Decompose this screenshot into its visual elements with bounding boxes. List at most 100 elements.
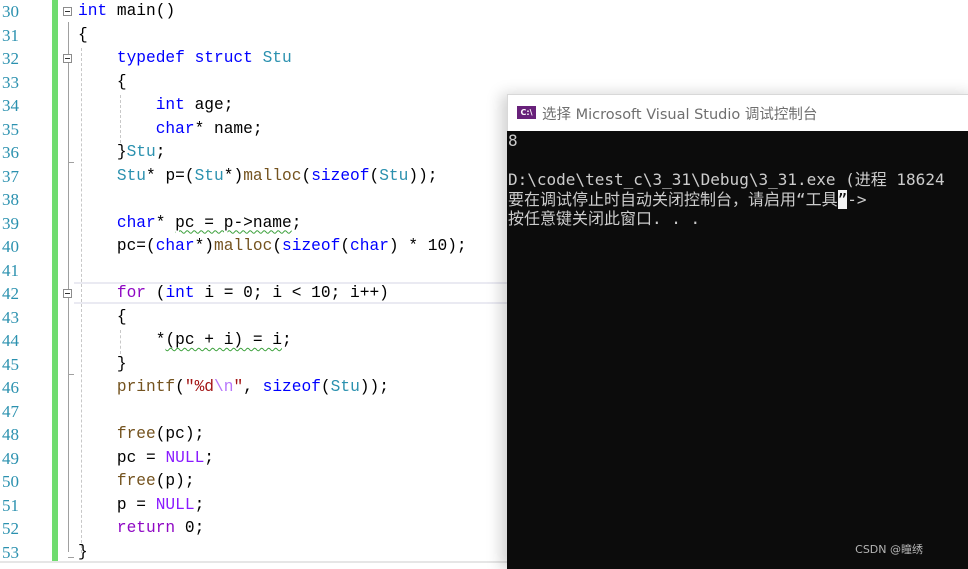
change-tracking-bar bbox=[52, 0, 58, 563]
line-number: 39 bbox=[2, 213, 19, 233]
code-text: )); bbox=[408, 166, 438, 185]
code-text: ) * 10); bbox=[388, 237, 467, 255]
fold-end-marker bbox=[68, 557, 74, 558]
code-line-31[interactable]: { bbox=[78, 24, 88, 48]
code-line-42[interactable]: for (int i = 0; i < 10; i++) bbox=[78, 282, 389, 306]
code-line-37[interactable]: Stu* p=(Stu*)malloc(sizeof(Stu)); bbox=[78, 165, 438, 189]
warning-squiggle[interactable]: pc = p->name bbox=[175, 214, 292, 232]
code-text: *) bbox=[194, 237, 215, 255]
console-text: -> bbox=[847, 189, 867, 209]
line-number: 40 bbox=[2, 237, 19, 256]
code-line-40[interactable]: pc=(char*)malloc(sizeof(char) * 10); bbox=[78, 235, 467, 259]
type-name: Stu bbox=[126, 143, 156, 161]
code-line-46[interactable]: printf("%d\n", sizeof(Stu)); bbox=[78, 376, 389, 400]
escape-sequence: \n bbox=[214, 378, 234, 396]
code-line-45[interactable]: } bbox=[78, 353, 127, 377]
control-keyword: return bbox=[116, 519, 176, 537]
line-number: 38 bbox=[2, 190, 19, 209]
code-line-49[interactable]: pc = NULL; bbox=[78, 447, 214, 471]
console-text: 要在调试停止时自动关闭控制台，请启用“工具 bbox=[508, 189, 838, 209]
code-line-48[interactable]: free(pc); bbox=[78, 423, 204, 447]
line-number: 37 bbox=[2, 166, 19, 186]
code-line-50[interactable]: free(p); bbox=[78, 470, 195, 494]
fold-end-marker bbox=[68, 162, 74, 163]
line-number: 43 bbox=[2, 307, 19, 327]
line-number: 35 bbox=[2, 119, 19, 139]
line-number: 41 bbox=[2, 260, 19, 280]
keyword: int bbox=[155, 96, 185, 114]
line-number: 45 bbox=[2, 354, 19, 374]
code-line-34[interactable]: int age; bbox=[78, 94, 234, 118]
code-text: * name; bbox=[194, 119, 263, 138]
code-text: (p); bbox=[155, 472, 195, 490]
macro-name: NULL bbox=[165, 448, 205, 467]
code-text: ( bbox=[369, 166, 380, 185]
type-name: Stu bbox=[262, 49, 292, 67]
code-text: ( bbox=[272, 237, 283, 255]
code-text: , bbox=[243, 378, 263, 396]
code-text: )); bbox=[359, 378, 389, 396]
type-name: Stu bbox=[194, 166, 224, 185]
function-name: printf bbox=[116, 378, 176, 396]
code-line-30[interactable]: int main() bbox=[78, 0, 175, 24]
fold-end-marker bbox=[68, 374, 74, 375]
collapse-icon[interactable] bbox=[63, 54, 72, 63]
string-literal: " bbox=[233, 378, 244, 396]
function-name: free bbox=[116, 472, 156, 490]
code-text: * bbox=[155, 331, 166, 349]
text-selection-cursor: ” bbox=[837, 189, 848, 209]
code-text: ; bbox=[194, 495, 205, 514]
line-number: 48 bbox=[2, 425, 19, 444]
keyword: sizeof bbox=[262, 378, 321, 396]
code-line-52[interactable]: return 0; bbox=[78, 517, 204, 541]
type-name: Stu bbox=[116, 166, 147, 185]
keyword: int bbox=[78, 2, 108, 20]
code-text: age; bbox=[184, 96, 234, 114]
keyword: sizeof bbox=[282, 237, 341, 255]
code-text: p = bbox=[116, 495, 156, 514]
code-line-43[interactable]: { bbox=[78, 306, 127, 330]
line-number: 49 bbox=[2, 448, 19, 468]
keyword: typedef bbox=[116, 49, 185, 67]
collapse-icon[interactable] bbox=[63, 289, 72, 298]
line-number: 52 bbox=[2, 519, 19, 538]
keyword: int bbox=[165, 284, 195, 302]
code-line-44[interactable]: *(pc + i) = i; bbox=[78, 329, 292, 353]
warning-squiggle[interactable]: (pc + i) = i bbox=[165, 331, 282, 349]
code-text: main() bbox=[107, 2, 176, 20]
console-output[interactable]: 8 D:\code\test_c\3_31\Debug\3_31.exe (进程… bbox=[507, 130, 968, 569]
type-name: Stu bbox=[330, 378, 360, 396]
collapse-icon[interactable] bbox=[63, 7, 72, 16]
code-line-51[interactable]: p = NULL; bbox=[78, 494, 204, 518]
keyword: char bbox=[116, 213, 156, 232]
code-text: ; bbox=[282, 331, 292, 349]
watermark: CSDN @瞳绣 bbox=[855, 543, 923, 556]
keyword: char bbox=[155, 237, 195, 255]
outline-fold-line bbox=[68, 22, 69, 552]
console-title-bar[interactable]: C:\ 选择 Microsoft Visual Studio 调试控制台 bbox=[507, 94, 968, 131]
code-text: pc = bbox=[116, 448, 166, 467]
line-number: 44 bbox=[2, 331, 19, 350]
code-line-39[interactable]: char* pc = p->name; bbox=[78, 212, 302, 236]
function-name: free bbox=[116, 425, 156, 443]
code-line-36[interactable]: }Stu; bbox=[78, 141, 166, 165]
line-number: 30 bbox=[2, 2, 19, 21]
code-text: } bbox=[78, 542, 88, 561]
code-line-33[interactable]: { bbox=[78, 71, 127, 95]
code-line-32[interactable]: typedef struct Stu bbox=[78, 47, 292, 71]
console-line: 8 bbox=[508, 131, 518, 150]
code-text: ; bbox=[155, 143, 166, 161]
function-name: malloc bbox=[214, 237, 273, 255]
code-text: ( bbox=[146, 284, 166, 302]
code-text: ( bbox=[301, 166, 312, 185]
debug-console-window[interactable]: C:\ 选择 Microsoft Visual Studio 调试控制台 8 D… bbox=[507, 94, 968, 569]
console-line: 要在调试停止时自动关闭控制台，请启用“工具”-> bbox=[508, 189, 968, 210]
code-text: pc=( bbox=[116, 237, 156, 255]
keyword: char bbox=[350, 237, 389, 255]
keyword: sizeof bbox=[311, 166, 370, 185]
code-text: { bbox=[116, 307, 127, 326]
code-text: } bbox=[116, 354, 127, 373]
code-line-35[interactable]: char* name; bbox=[78, 118, 263, 142]
line-number: 32 bbox=[2, 49, 19, 68]
